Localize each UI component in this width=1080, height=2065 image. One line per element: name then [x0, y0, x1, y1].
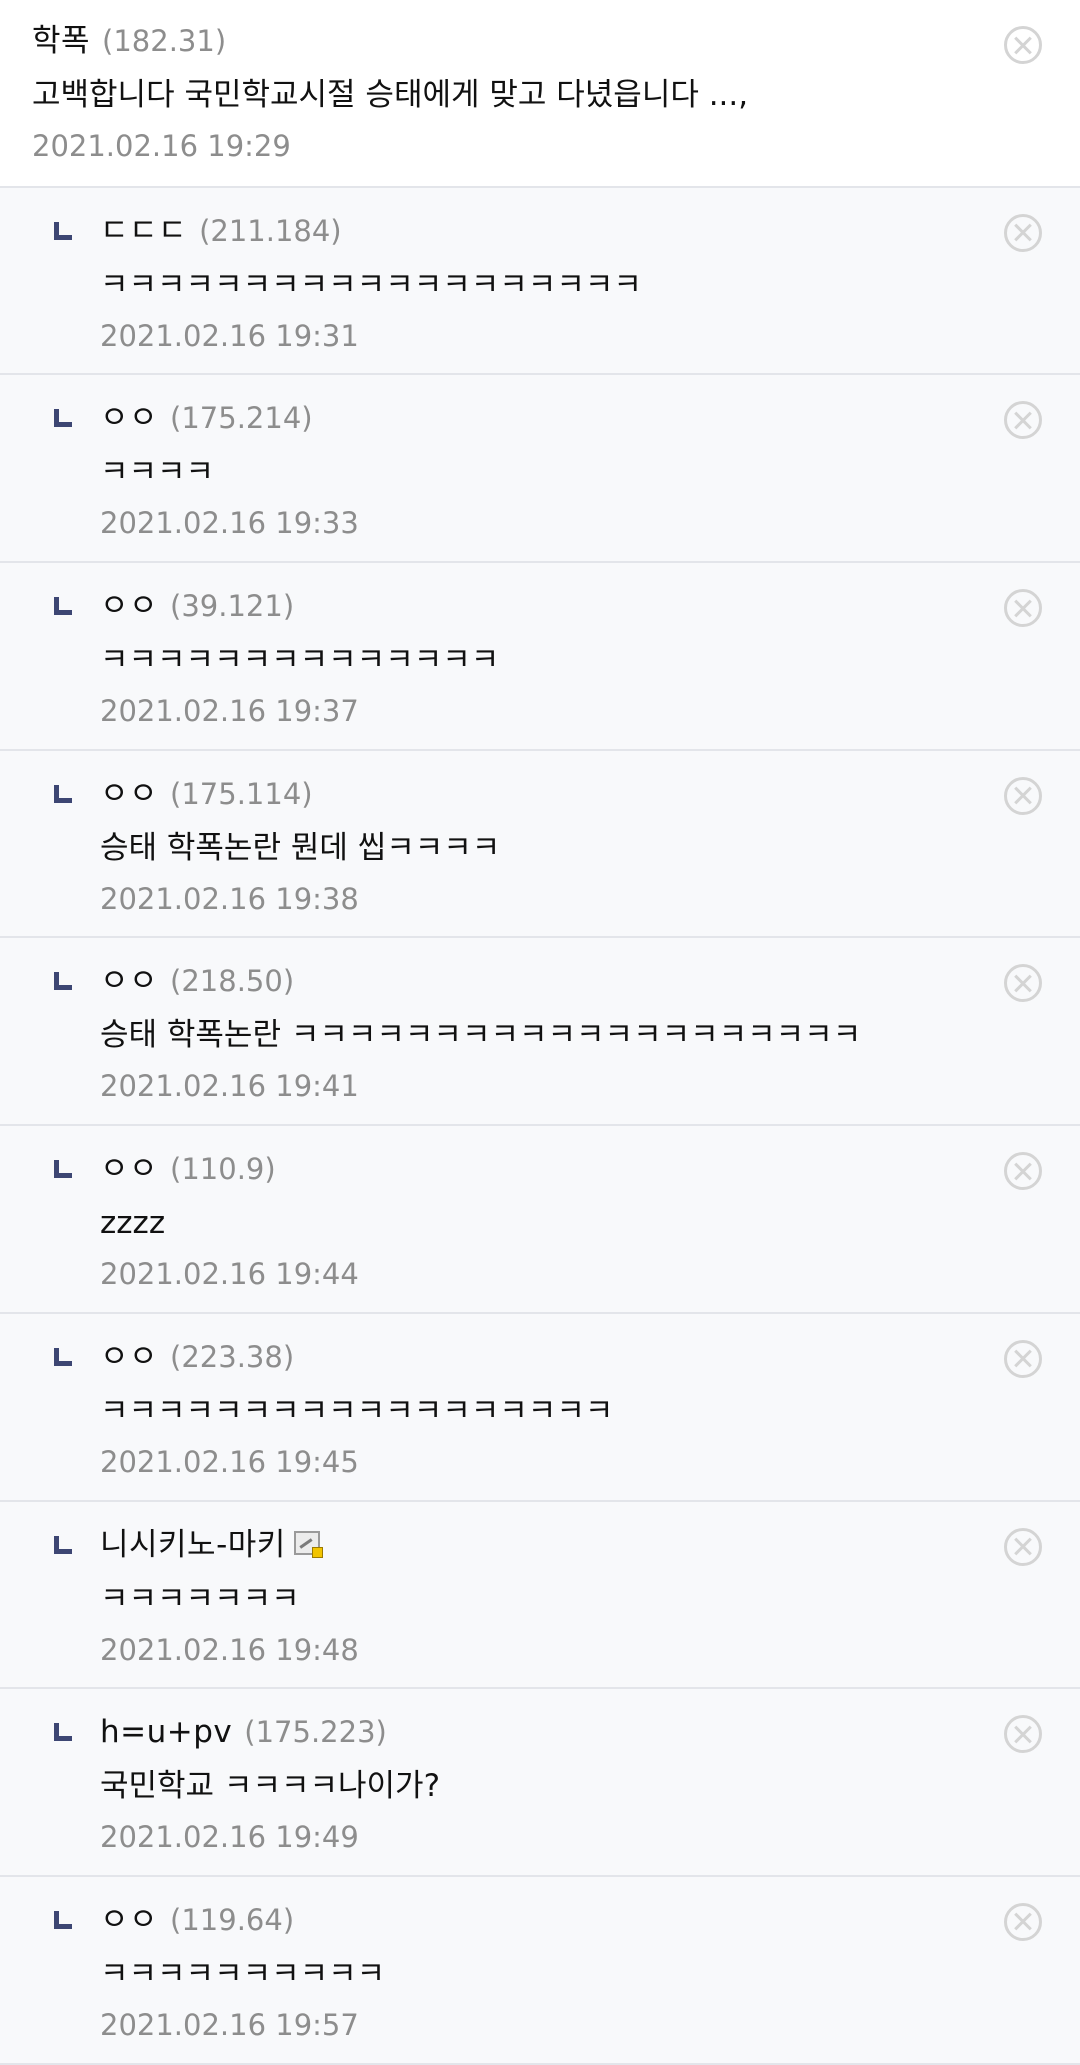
delete-icon[interactable]	[1004, 26, 1042, 64]
reply-item: ㄷㄷㄷ (211.184) ㅋㅋㅋㅋㅋㅋㅋㅋㅋㅋㅋㅋㅋㅋㅋㅋㅋㅋㅋ 2021.0…	[0, 187, 1080, 376]
comment-ip: (175.223)	[244, 1715, 387, 1750]
comment-nickname[interactable]: ㅇㅇ	[100, 585, 158, 627]
comment-date: 2021.02.16 19:57	[100, 2007, 359, 2042]
reply-item: ㅇㅇ (223.38) ㅋㅋㅋㅋㅋㅋㅋㅋㅋㅋㅋㅋㅋㅋㅋㅋㅋㅋ 2021.02.1…	[0, 1313, 1080, 1502]
reply-arrow-icon	[54, 784, 72, 803]
comment-text: 승태 학폭논란 뭔데 씹ㅋㅋㅋㅋ	[100, 829, 501, 866]
comment-header: h=u+pv (175.223)	[100, 1711, 1080, 1753]
comment-text: zzzz	[100, 1205, 166, 1242]
comment-header: ㅇㅇ (119.64)	[100, 1899, 1080, 1941]
comment-header: 학폭 (182.31)	[32, 20, 1080, 62]
reply-arrow-icon	[54, 409, 72, 428]
comment-header: 니시키노-마키	[100, 1524, 1080, 1566]
comment-date: 2021.02.16 19:38	[100, 881, 359, 916]
reply-arrow-icon	[54, 1160, 72, 1179]
comment-text: ㅋㅋㅋㅋㅋㅋㅋ	[100, 1580, 300, 1617]
comment-date: 2021.02.16 19:33	[100, 506, 359, 541]
comment-nickname[interactable]: ㅇㅇ	[100, 773, 158, 815]
delete-icon[interactable]	[1004, 213, 1042, 252]
comment-ip: (223.38)	[170, 1339, 295, 1374]
comment-ip: (211.184)	[199, 213, 342, 248]
comment-text: ㅋㅋㅋㅋㅋㅋㅋㅋㅋㅋ	[100, 1955, 386, 1992]
reply-arrow-icon	[54, 597, 72, 616]
comment-text: ㅋㅋㅋㅋㅋㅋㅋㅋㅋㅋㅋㅋㅋㅋㅋㅋㅋㅋㅋ	[100, 266, 642, 303]
comment-nickname[interactable]: ㅇㅇ	[100, 1899, 158, 1941]
comment-ip: (119.64)	[170, 1902, 295, 1937]
comment-text: 승태 학폭논란 ㅋㅋㅋㅋㅋㅋㅋㅋㅋㅋㅋㅋㅋㅋㅋㅋㅋㅋㅋㅋ	[100, 1017, 862, 1054]
reply-arrow-icon	[54, 972, 72, 991]
comment-nickname[interactable]: ㅇㅇ	[100, 1336, 158, 1378]
delete-icon[interactable]	[1004, 1152, 1042, 1191]
delete-icon[interactable]	[1004, 589, 1042, 628]
comment-list: 학폭 (182.31) 고백합니다 국민학교시절 승태에게 맞고 다녔읍니다 .…	[0, 0, 1080, 2065]
comment-nickname[interactable]: h=u+pv	[100, 1711, 232, 1753]
comment-nickname[interactable]: ㅇㅇ	[100, 397, 158, 439]
comment-ip: (175.214)	[170, 401, 313, 436]
reply-item: ㅇㅇ (218.50) 승태 학폭논란 ㅋㅋㅋㅋㅋㅋㅋㅋㅋㅋㅋㅋㅋㅋㅋㅋㅋㅋㅋㅋ…	[0, 938, 1080, 1127]
reply-item: 니시키노-마키 ㅋㅋㅋㅋㅋㅋㅋ 2021.02.16 19:48	[0, 1501, 1080, 1690]
comment-date: 2021.02.16 19:37	[100, 694, 359, 729]
reply-arrow-icon	[54, 1723, 72, 1742]
delete-icon[interactable]	[1004, 1527, 1042, 1566]
comment-date: 2021.02.16 19:31	[100, 318, 359, 353]
comment-date: 2021.02.16 19:45	[100, 1444, 359, 1479]
comment-header: ㅇㅇ (218.50)	[100, 960, 1080, 1002]
comment-ip: (182.31)	[102, 24, 227, 58]
reply-item: ㅇㅇ (110.9) zzzz 2021.02.16 19:44	[0, 1126, 1080, 1314]
comment-header: ㄷㄷㄷ (211.184)	[100, 210, 1080, 252]
comment-header: ㅇㅇ (110.9)	[100, 1148, 1080, 1190]
comment-header: ㅇㅇ (39.121)	[100, 585, 1080, 627]
reply-item: ㅇㅇ (119.64) ㅋㅋㅋㅋㅋㅋㅋㅋㅋㅋ 2021.02.16 19:57	[0, 1876, 1080, 2065]
comment-header: ㅇㅇ (223.38)	[100, 1336, 1080, 1378]
comment-ip: (218.50)	[170, 964, 295, 999]
comment-nickname[interactable]: ㄷㄷㄷ	[100, 210, 187, 252]
delete-icon[interactable]	[1004, 1339, 1042, 1378]
comment-date: 2021.02.16 19:48	[100, 1632, 359, 1667]
delete-icon[interactable]	[1004, 776, 1042, 815]
comment-text: 국민학교 ㅋㅋㅋㅋ나이가?	[100, 1768, 441, 1805]
reply-arrow-icon	[54, 1347, 72, 1366]
comment-date: 2021.02.16 19:49	[100, 1820, 359, 1855]
comment-ip: (39.121)	[170, 589, 295, 624]
comment-date: 2021.02.16 19:44	[100, 1257, 359, 1292]
comment-nickname[interactable]: ㅇㅇ	[100, 1148, 158, 1190]
reply-item: h=u+pv (175.223) 국민학교 ㅋㅋㅋㅋ나이가? 2021.02.1…	[0, 1689, 1080, 1877]
reply-arrow-icon	[54, 1910, 72, 1929]
reply-item: ㅇㅇ (39.121) ㅋㅋㅋㅋㅋㅋㅋㅋㅋㅋㅋㅋㅋㅋ 2021.02.16 19…	[0, 563, 1080, 751]
reply-item: ㅇㅇ (175.214) ㅋㅋㅋㅋ 2021.02.16 19:33	[0, 375, 1080, 564]
comment-text: ㅋㅋㅋㅋㅋㅋㅋㅋㅋㅋㅋㅋㅋㅋ	[100, 642, 500, 679]
delete-icon[interactable]	[1004, 1715, 1042, 1754]
comment-nickname[interactable]: 니시키노-마키	[100, 1524, 286, 1566]
reply-arrow-icon	[54, 221, 72, 240]
comment-header: ㅇㅇ (175.114)	[100, 773, 1080, 815]
comment-text: ㅋㅋㅋㅋ	[100, 454, 215, 491]
comment-item: 학폭 (182.31) 고백합니다 국민학교시절 승태에게 맞고 다녔읍니다 .…	[0, 0, 1080, 188]
comment-ip: (110.9)	[170, 1152, 276, 1187]
reply-item: ㅇㅇ (175.114) 승태 학폭논란 뭔데 씹ㅋㅋㅋㅋ 2021.02.16…	[0, 750, 1080, 939]
comment-text: 고백합니다 국민학교시절 승태에게 맞고 다녔읍니다 ...,	[32, 77, 749, 113]
comment-ip: (175.114)	[170, 776, 313, 811]
delete-icon[interactable]	[1004, 1902, 1042, 1941]
comment-date: 2021.02.16 19:41	[100, 1069, 359, 1104]
comment-header: ㅇㅇ (175.214)	[100, 397, 1080, 439]
reply-arrow-icon	[54, 1535, 72, 1554]
member-badge-icon	[293, 1530, 323, 1558]
comment-nickname[interactable]: ㅇㅇ	[100, 960, 158, 1002]
comment-nickname[interactable]: 학폭	[32, 20, 90, 62]
comment-date: 2021.02.16 19:29	[32, 129, 291, 163]
comment-text: ㅋㅋㅋㅋㅋㅋㅋㅋㅋㅋㅋㅋㅋㅋㅋㅋㅋㅋ	[100, 1392, 614, 1429]
